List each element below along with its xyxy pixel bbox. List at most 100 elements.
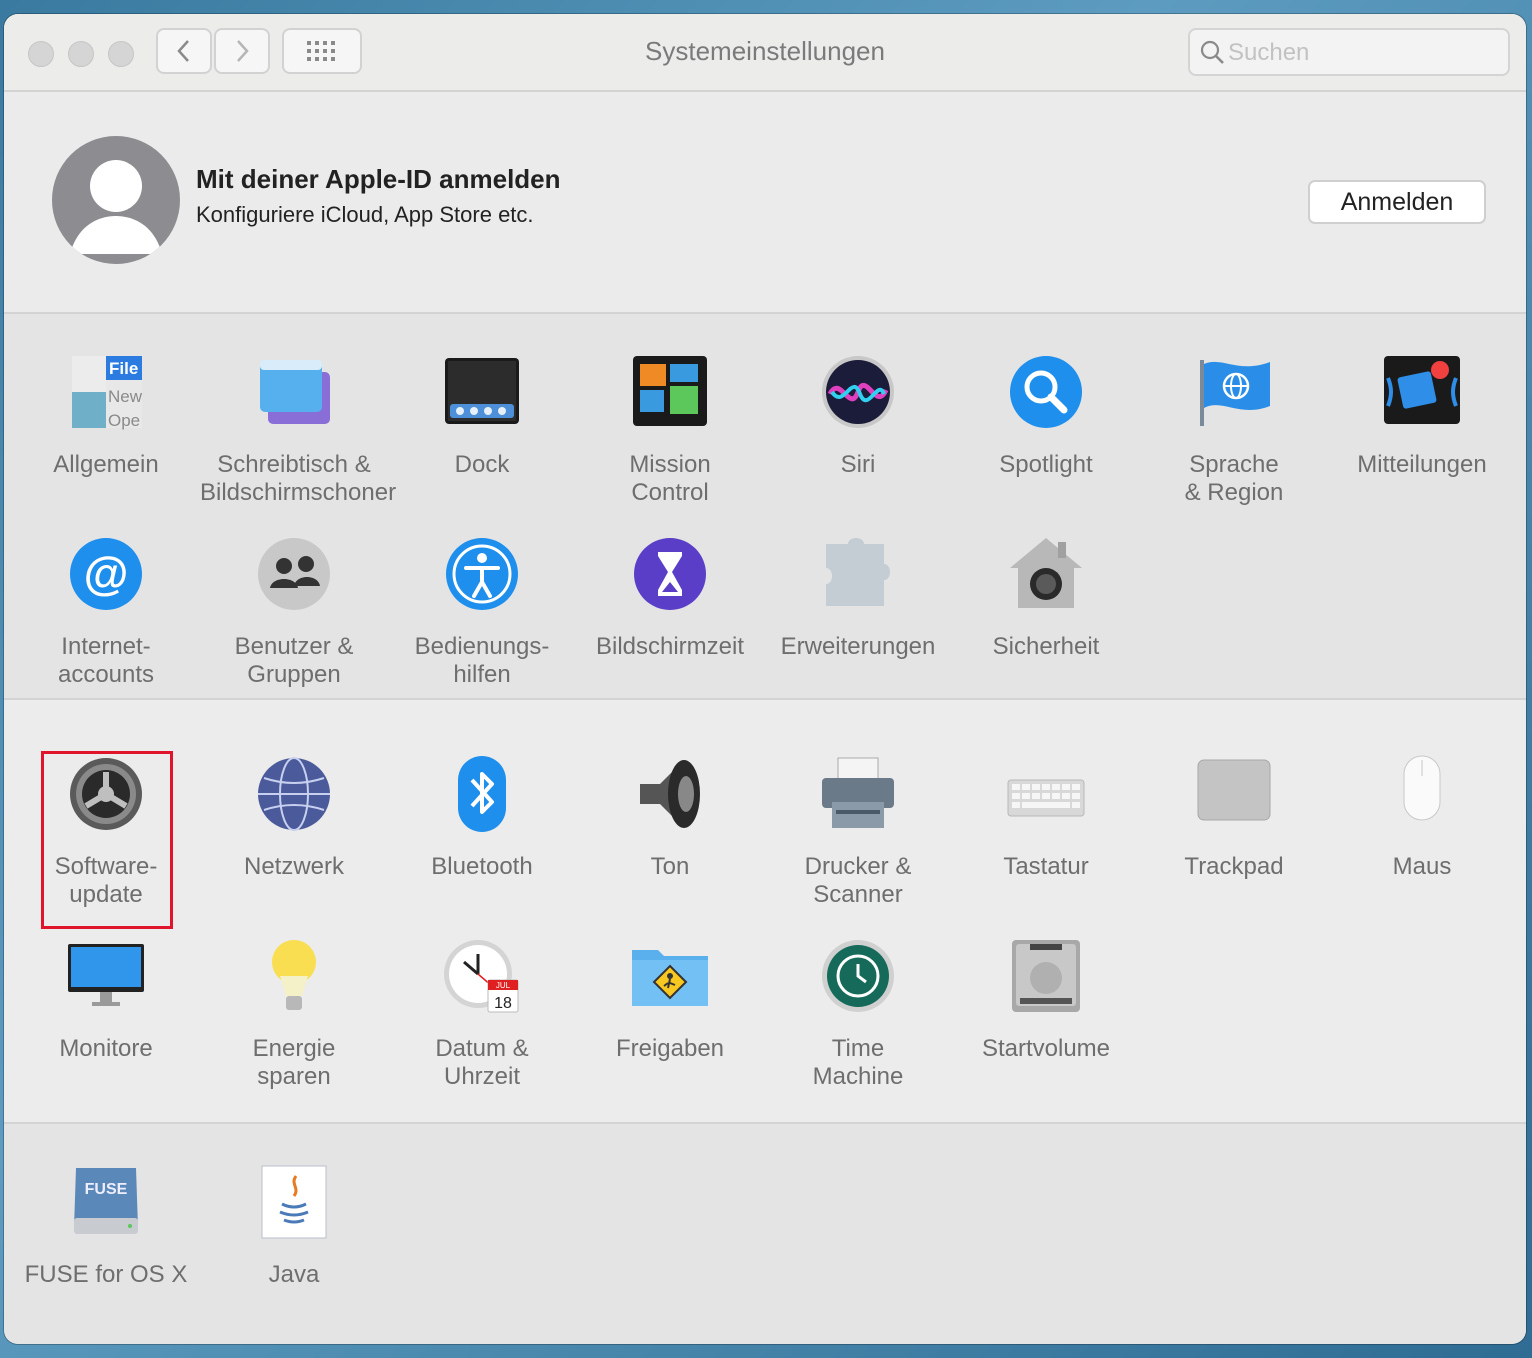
pane-mouse[interactable]: Maus: [1328, 754, 1516, 881]
svg-text:File: File: [109, 359, 138, 378]
apple-id-banner: Mit deiner Apple-ID anmelden Konfigurier…: [4, 92, 1526, 314]
pane-displays[interactable]: Monitore: [12, 936, 200, 1063]
pane-fuse[interactable]: FUSE FUSE for OS X: [12, 1162, 200, 1289]
pane-spotlight[interactable]: Spotlight: [952, 352, 1140, 479]
title-bar: Systemeinstellungen Suchen: [4, 14, 1526, 92]
pane-users-groups[interactable]: Benutzer & Gruppen: [200, 534, 388, 689]
pane-notifications[interactable]: Mitteilungen: [1328, 352, 1516, 479]
pane-accessibility[interactable]: Bedienungs- hilfen: [388, 534, 576, 689]
pane-java[interactable]: Java: [200, 1162, 388, 1289]
other-preferences-section: FUSE FUSE for OS X Java: [4, 1124, 1526, 1344]
pane-screen-time[interactable]: Bildschirmzeit: [576, 534, 764, 661]
user-silhouette-icon: [70, 160, 162, 254]
security-icon: [1010, 538, 1082, 608]
pane-dock[interactable]: Dock: [388, 352, 576, 479]
pane-label: Schreibtisch & Bildschirmschoner: [200, 451, 397, 506]
pane-label: Dock: [454, 451, 510, 478]
software-update-highlight: [41, 751, 173, 929]
pane-label: Benutzer & Gruppen: [234, 633, 354, 688]
displays-icon: [68, 944, 144, 1006]
pane-label: Mitteilungen: [1357, 451, 1487, 478]
time-machine-icon: [822, 940, 894, 1012]
search-icon: [1200, 40, 1224, 64]
general-icon: File New Ope: [72, 356, 143, 430]
pane-label: FUSE for OS X: [24, 1261, 188, 1288]
pane-general[interactable]: File New Ope Allgemein: [12, 352, 200, 479]
mission-control-icon: [633, 356, 707, 426]
pane-internet-accounts[interactable]: @ Internet- accounts: [12, 534, 200, 689]
java-icon: [261, 1165, 327, 1239]
pane-security[interactable]: Sicherheit: [952, 534, 1140, 661]
spotlight-icon: [1010, 356, 1082, 428]
svg-text:FUSE: FUSE: [85, 1181, 128, 1198]
pane-sharing[interactable]: Freigaben: [576, 936, 764, 1063]
svg-text:18: 18: [494, 995, 512, 1012]
pane-network[interactable]: Netzwerk: [200, 754, 388, 881]
pane-time-machine[interactable]: Time Machine: [764, 936, 952, 1091]
trackpad-icon: [1197, 759, 1271, 821]
pane-label: Datum & Uhrzeit: [435, 1035, 529, 1090]
printer-scanner-icon: [822, 757, 894, 828]
pane-printer-scanner[interactable]: Drucker & Scanner: [764, 754, 952, 909]
pane-desktop-screensaver[interactable]: Schreibtisch & Bildschirmschoner: [200, 352, 397, 507]
users-groups-icon: [258, 538, 330, 610]
fuse-icon: FUSE: [74, 1168, 138, 1234]
pane-label: Time Machine: [812, 1035, 904, 1090]
network-icon: [258, 757, 330, 831]
keyboard-icon: [1007, 779, 1085, 817]
sound-icon: [640, 760, 700, 828]
pane-label: Siri: [840, 451, 876, 478]
pane-sound[interactable]: Ton: [576, 754, 764, 881]
screen-time-icon: [634, 538, 706, 610]
pane-bluetooth[interactable]: Bluetooth: [388, 754, 576, 881]
internet-accounts-icon: @: [70, 538, 142, 610]
extensions-icon: [826, 538, 890, 606]
pane-label: Ton: [650, 853, 690, 880]
dock-icon: [445, 358, 519, 424]
pane-label: Spotlight: [999, 451, 1093, 478]
pane-keyboard[interactable]: Tastatur: [952, 754, 1140, 881]
notifications-icon: [1384, 356, 1460, 424]
pane-energy-saver[interactable]: Energie sparen: [200, 936, 388, 1091]
system-preferences-window: Systemeinstellungen Suchen Mit deiner Ap…: [4, 14, 1526, 1344]
apple-id-title: Mit deiner Apple-ID anmelden: [196, 164, 561, 194]
pane-label: Netzwerk: [243, 853, 345, 880]
pane-date-time[interactable]: JUL 18 Datum & Uhrzeit: [388, 936, 576, 1091]
avatar[interactable]: [52, 136, 180, 264]
pane-mission-control[interactable]: Mission Control: [576, 352, 764, 507]
pane-label: Energie sparen: [252, 1035, 336, 1090]
sharing-icon: [632, 950, 708, 1006]
date-time-icon: JUL 18: [444, 940, 519, 1013]
login-button[interactable]: Anmelden: [1308, 180, 1486, 224]
apple-id-subtitle: Konfiguriere iCloud, App Store etc.: [196, 202, 534, 227]
pane-label: Bildschirmzeit: [595, 633, 745, 660]
personal-preferences-section: File New Ope Allgemein Schreibtisch & Bi…: [4, 314, 1526, 700]
desktop-screensaver-icon: [260, 360, 330, 424]
pane-language-region[interactable]: Sprache & Region: [1140, 352, 1328, 507]
pane-extensions[interactable]: Erweiterungen: [764, 534, 952, 661]
pane-label: Java: [268, 1261, 320, 1288]
pane-trackpad[interactable]: Trackpad: [1140, 754, 1328, 881]
search-field[interactable]: Suchen: [1188, 28, 1510, 76]
svg-text:JUL: JUL: [496, 981, 511, 990]
pane-label: Bedienungs- hilfen: [414, 633, 550, 688]
svg-text:New: New: [108, 387, 143, 406]
svg-text:@: @: [84, 547, 129, 599]
pane-label: Startvolume: [981, 1035, 1111, 1062]
mouse-icon: [1403, 755, 1441, 821]
energy-saver-icon: [272, 940, 316, 1010]
pane-label: Drucker & Scanner: [804, 853, 912, 908]
bluetooth-icon: [458, 756, 506, 832]
pane-label: Sicherheit: [992, 633, 1100, 660]
svg-text:Ope: Ope: [108, 411, 140, 430]
search-placeholder: Suchen: [1228, 39, 1310, 66]
pane-startup-disk[interactable]: Startvolume: [952, 936, 1140, 1063]
pane-label: Bluetooth: [431, 853, 533, 880]
hardware-preferences-section: Software- update Netzwerk Bluetooth Ton …: [4, 700, 1526, 1124]
pane-label: Tastatur: [1003, 853, 1089, 880]
accessibility-icon: [446, 538, 518, 610]
pane-label: Monitore: [59, 1035, 153, 1062]
pane-siri[interactable]: Siri: [764, 352, 952, 479]
pane-label: Erweiterungen: [780, 633, 936, 660]
language-region-icon: [1200, 360, 1270, 426]
